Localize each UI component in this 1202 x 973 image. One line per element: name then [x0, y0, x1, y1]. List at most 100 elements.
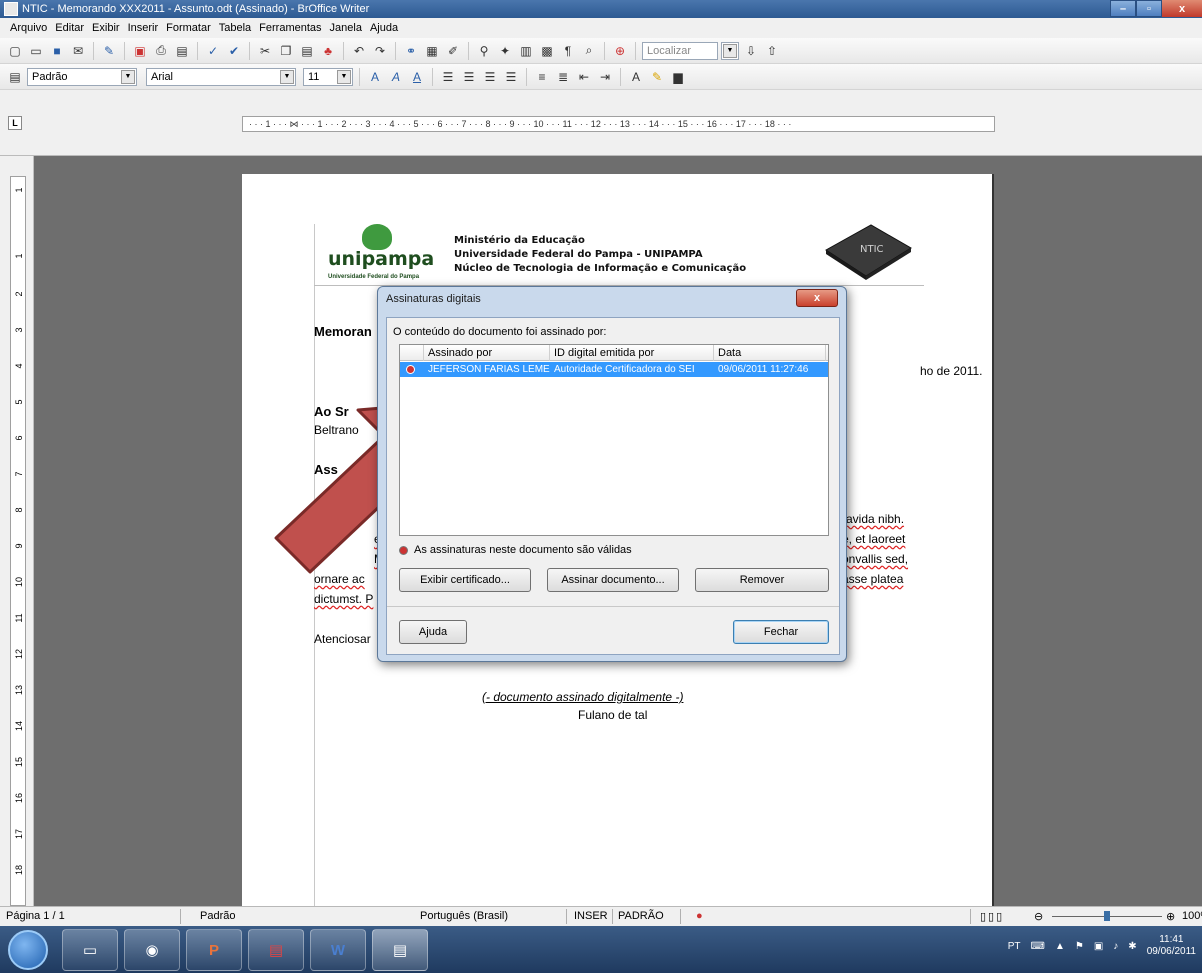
paste-icon[interactable]: ▤: [298, 42, 316, 60]
minimize-button[interactable]: –: [1110, 0, 1136, 17]
volume-icon[interactable]: ♪: [1113, 941, 1118, 952]
italic-icon[interactable]: A: [387, 68, 405, 86]
new-document-icon[interactable]: ▢: [6, 42, 24, 60]
email-icon[interactable]: ✉: [69, 42, 87, 60]
menu-ferramentas[interactable]: Ferramentas: [259, 22, 321, 34]
writer-taskbar-icon[interactable]: ▤: [372, 929, 428, 971]
decrease-indent-icon[interactable]: ⇤: [575, 68, 593, 86]
sign-document-button[interactable]: Assinar documento...: [547, 568, 679, 592]
undo-icon[interactable]: ↶: [350, 42, 368, 60]
edit-file-icon[interactable]: ✎: [100, 42, 118, 60]
table-icon[interactable]: ▦: [423, 42, 441, 60]
table-row[interactable]: JEFERSON FARIAS LEME Autoridade Certific…: [400, 362, 828, 377]
highlight-icon[interactable]: ✎: [648, 68, 666, 86]
menu-janela[interactable]: Janela: [330, 22, 362, 34]
align-right-icon[interactable]: ☰: [481, 68, 499, 86]
firefox-taskbar-icon[interactable]: ◉: [124, 929, 180, 971]
tab-type-selector[interactable]: L: [8, 116, 22, 130]
background-color-icon[interactable]: ▆: [669, 68, 687, 86]
spellcheck-icon[interactable]: ✓: [204, 42, 222, 60]
align-center-icon[interactable]: ☰: [460, 68, 478, 86]
start-button[interactable]: [8, 930, 48, 970]
redo-icon[interactable]: ↷: [371, 42, 389, 60]
zoom-percent[interactable]: 100%: [1182, 910, 1202, 922]
format-paintbrush-icon[interactable]: ♣: [319, 42, 337, 60]
cut-icon[interactable]: ✂: [256, 42, 274, 60]
find-next-icon[interactable]: ⇩: [742, 42, 760, 60]
signatures-table[interactable]: Assinado por ID digital emitida por Data…: [399, 344, 829, 536]
align-left-icon[interactable]: ☰: [439, 68, 457, 86]
col-date-header[interactable]: Data: [714, 345, 826, 361]
keyboard-icon[interactable]: ⌨: [1031, 941, 1045, 952]
menu-ajuda[interactable]: Ajuda: [370, 22, 398, 34]
network-icon[interactable]: ▣: [1094, 941, 1103, 952]
pdf-taskbar-icon[interactable]: ▤: [248, 929, 304, 971]
help-button[interactable]: Ajuda: [399, 620, 467, 644]
find-previous-icon[interactable]: ⇧: [763, 42, 781, 60]
insert-mode-indicator[interactable]: INSER: [574, 910, 608, 922]
remove-signature-button[interactable]: Remover: [695, 568, 829, 592]
styles-formatting-icon[interactable]: ▤: [6, 68, 24, 86]
copy-icon[interactable]: ❐: [277, 42, 295, 60]
selection-mode-indicator[interactable]: PADRÃO: [618, 910, 664, 922]
find-replace-icon[interactable]: ⚲: [475, 42, 493, 60]
menu-editar[interactable]: Editar: [55, 22, 84, 34]
show-draw-functions-icon[interactable]: ✐: [444, 42, 462, 60]
underline-icon[interactable]: A: [408, 68, 426, 86]
dialog-close-button[interactable]: x: [796, 289, 838, 307]
justify-icon[interactable]: ☰: [502, 68, 520, 86]
language-indicator[interactable]: Português (Brasil): [420, 910, 508, 922]
view-layout-icons[interactable]: ▯▯▯: [980, 910, 1004, 923]
help-icon[interactable]: ⊕: [611, 42, 629, 60]
font-name-select[interactable]: Arial ▼: [146, 67, 296, 86]
zoom-icon[interactable]: ⌕: [580, 42, 598, 60]
save-icon[interactable]: ■: [48, 42, 66, 60]
open-folder-icon[interactable]: ▭: [27, 42, 45, 60]
vertical-ruler[interactable]: 1 1 2 3 4 5 6 7 8 9 10 11 12 13 14 15 16…: [10, 176, 26, 906]
input-language[interactable]: PT: [1008, 941, 1021, 952]
gallery-icon[interactable]: ▥: [517, 42, 535, 60]
col-issuer-header[interactable]: ID digital emitida por: [550, 345, 714, 361]
print-preview-icon[interactable]: ▤: [173, 42, 191, 60]
zoom-slider-handle[interactable]: [1104, 911, 1110, 921]
app-tray-icon[interactable]: ✱: [1128, 941, 1136, 952]
action-center-flag-icon[interactable]: ⚑: [1075, 941, 1084, 952]
menu-inserir[interactable]: Inserir: [128, 22, 159, 34]
page-style-indicator[interactable]: Padrão: [200, 910, 235, 922]
digital-signature-status-icon[interactable]: ●: [696, 910, 703, 922]
find-input[interactable]: Localizar: [642, 41, 718, 60]
close-dialog-button[interactable]: Fechar: [733, 620, 829, 644]
maximize-button[interactable]: ▫: [1136, 0, 1162, 17]
clock[interactable]: 11:41 09/06/2011: [1147, 934, 1196, 958]
close-window-button[interactable]: x: [1162, 0, 1202, 17]
paragraph-style-select[interactable]: Padrão ▼: [27, 67, 137, 86]
horizontal-ruler[interactable]: · · · 1 · · · ⋈ · · · 1 · · · 2 · · · 3 …: [242, 116, 995, 132]
find-dropdown[interactable]: ▼: [721, 41, 739, 60]
bold-icon[interactable]: A: [366, 68, 384, 86]
view-certificate-button[interactable]: Exibir certificado...: [399, 568, 531, 592]
menu-exibir[interactable]: Exibir: [92, 22, 120, 34]
menu-arquivo[interactable]: Arquivo: [10, 22, 47, 34]
powerpoint-taskbar-icon[interactable]: P: [186, 929, 242, 971]
menu-tabela[interactable]: Tabela: [219, 22, 251, 34]
bullets-icon[interactable]: ≣: [554, 68, 572, 86]
zoom-in-icon[interactable]: ⊕: [1166, 910, 1175, 923]
increase-indent-icon[interactable]: ⇥: [596, 68, 614, 86]
menu-formatar[interactable]: Formatar: [166, 22, 211, 34]
autospellcheck-icon[interactable]: ✔: [225, 42, 243, 60]
numbering-icon[interactable]: ≡: [533, 68, 551, 86]
zoom-out-icon[interactable]: ⊖: [1034, 910, 1043, 923]
formatting-marks-icon[interactable]: ¶: [559, 42, 577, 60]
navigator-icon[interactable]: ✦: [496, 42, 514, 60]
show-hidden-icons-icon[interactable]: ▲: [1055, 941, 1065, 952]
hyperlink-icon[interactable]: ⚭: [402, 42, 420, 60]
word-taskbar-icon[interactable]: W: [310, 929, 366, 971]
datasources-icon[interactable]: ▩: [538, 42, 556, 60]
explorer-taskbar-icon[interactable]: ▭: [62, 929, 118, 971]
print-icon[interactable]: ⎙: [152, 42, 170, 60]
font-color-icon[interactable]: A: [627, 68, 645, 86]
col-signer-header[interactable]: Assinado por: [424, 345, 550, 361]
export-pdf-icon[interactable]: ▣: [131, 42, 149, 60]
page-indicator[interactable]: Página 1 / 1: [6, 910, 65, 922]
font-size-select[interactable]: 11 ▼: [303, 67, 353, 86]
